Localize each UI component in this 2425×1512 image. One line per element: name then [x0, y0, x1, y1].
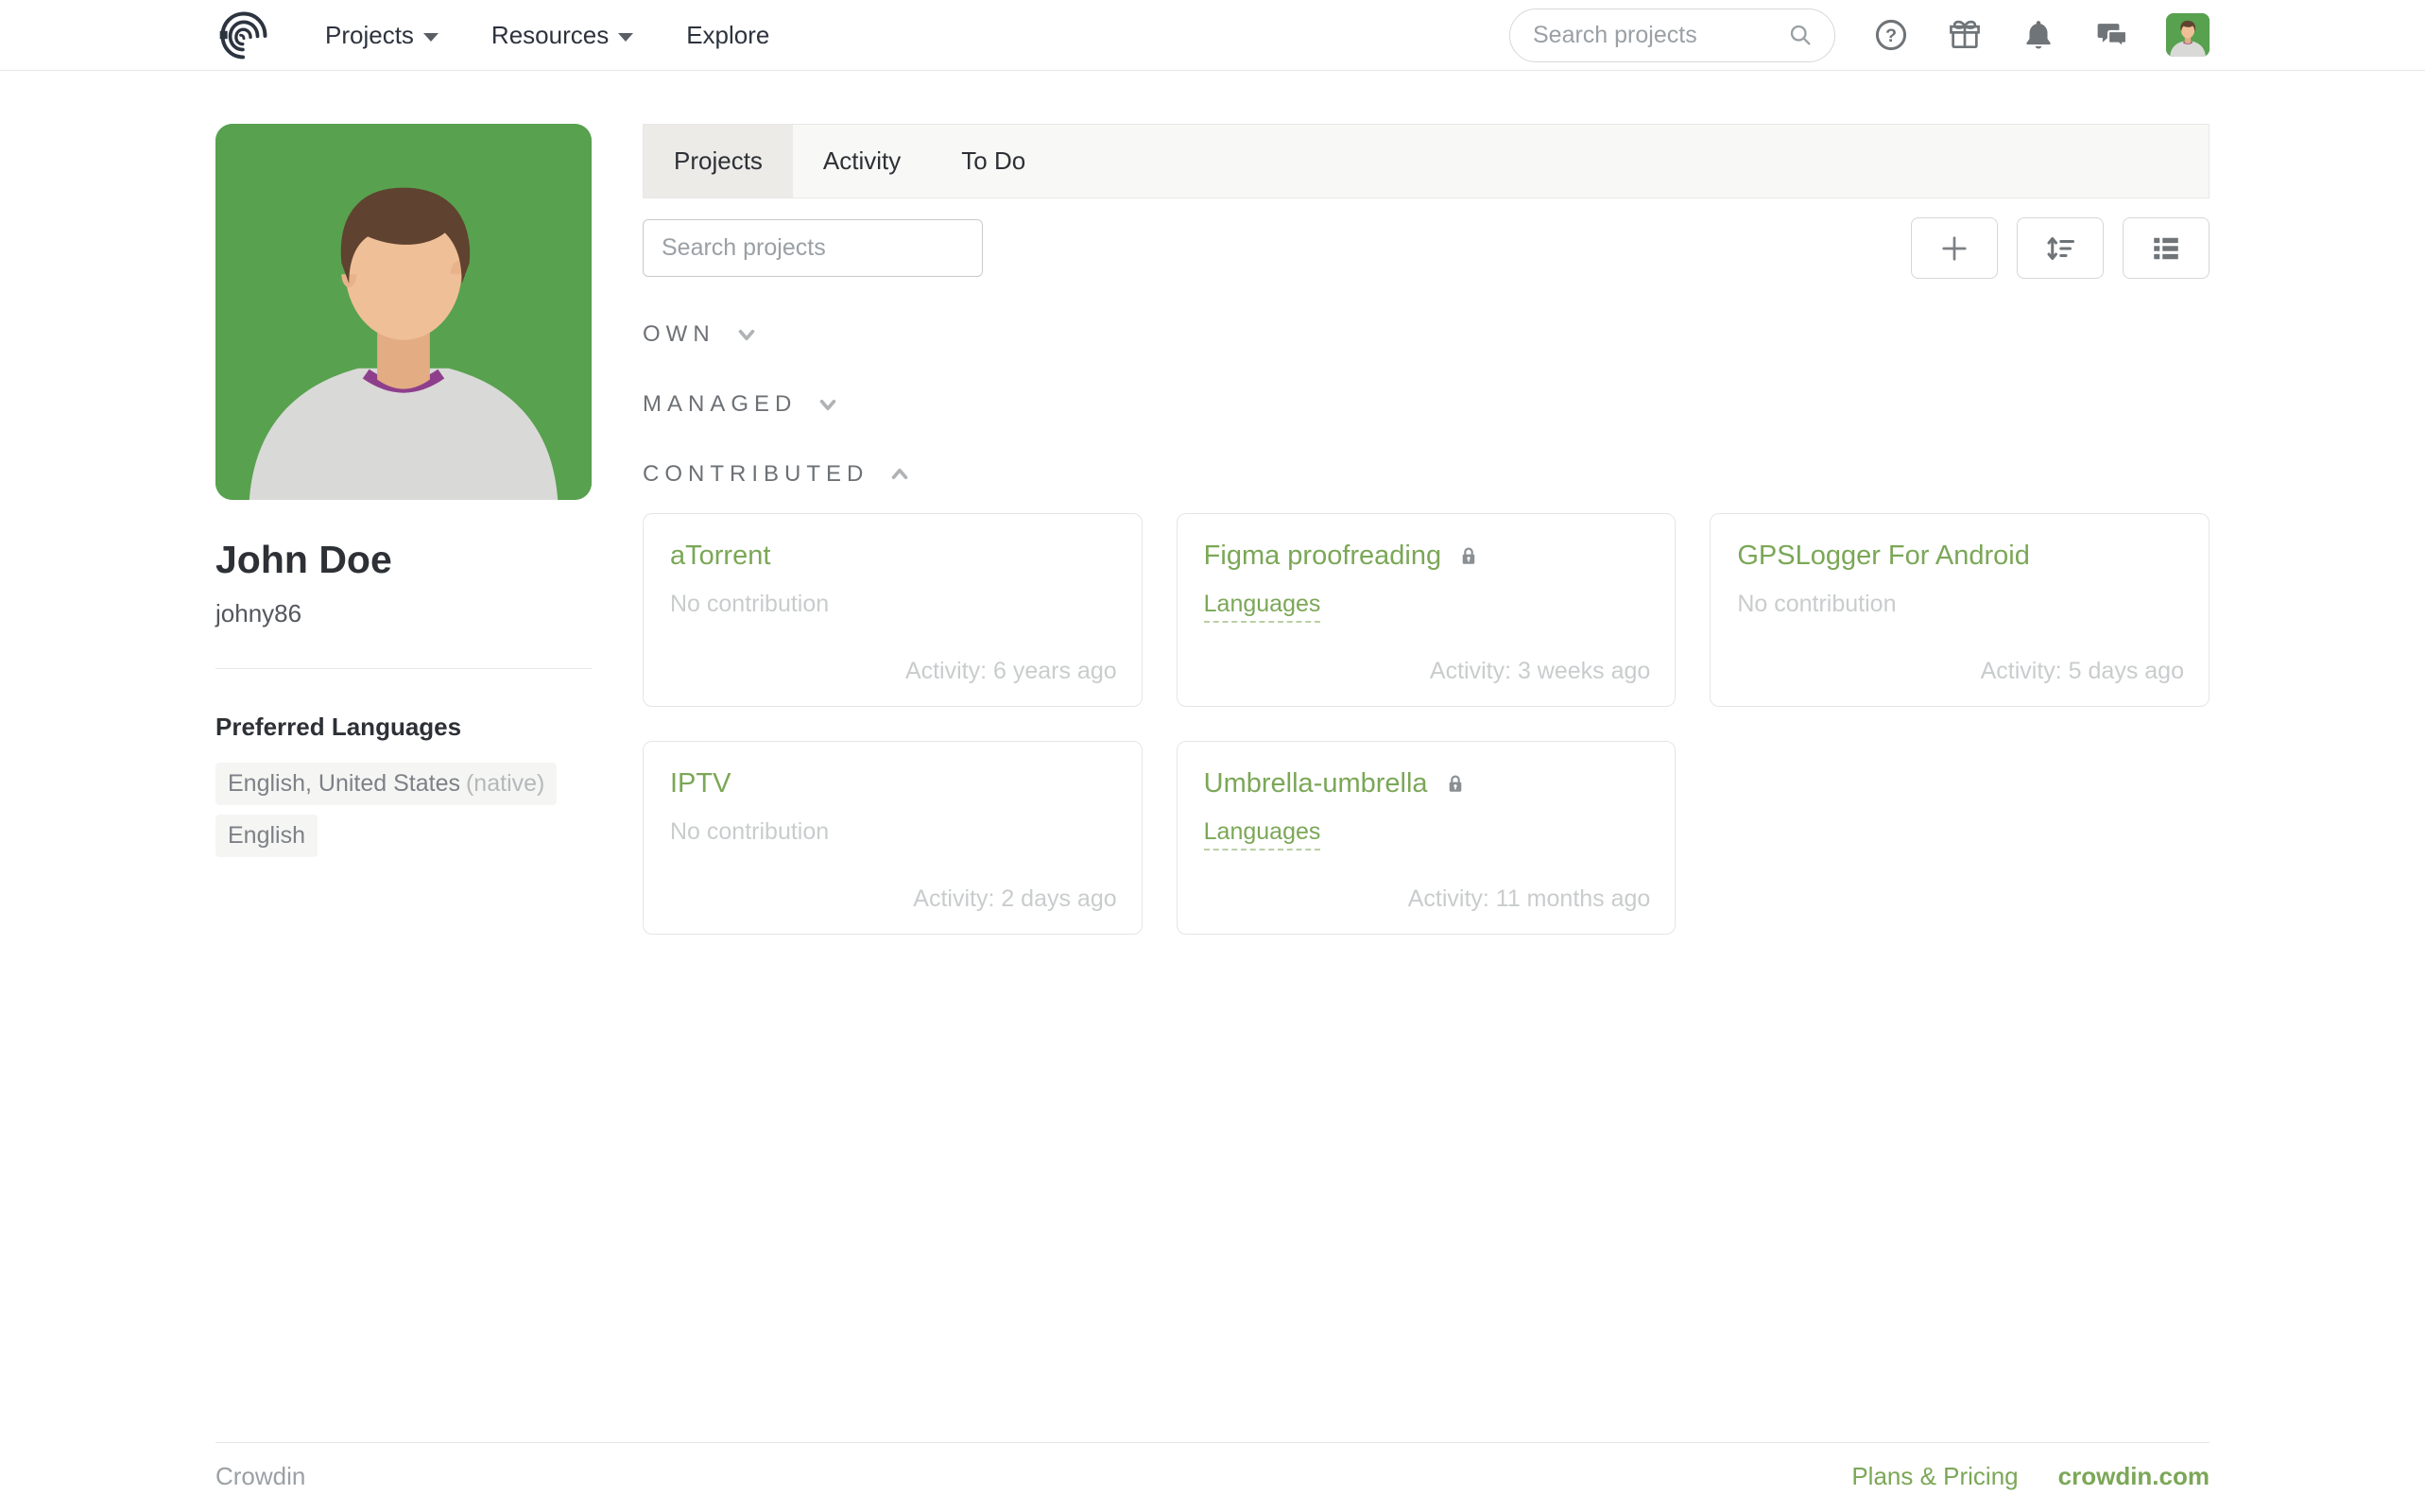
plans-pricing-link[interactable]: Plans & Pricing	[1851, 1462, 2018, 1491]
footer-brand: Crowdin	[215, 1462, 306, 1490]
nav-explore-label: Explore	[686, 20, 770, 49]
navbar-search	[1509, 8, 1835, 62]
chevron-down-icon	[814, 390, 842, 419]
nav-links: Projects Resources Explore	[325, 21, 769, 50]
add-project-button[interactable]	[1911, 217, 1998, 279]
chevron-up-icon	[886, 460, 914, 489]
search-icon[interactable]	[1787, 22, 1814, 48]
project-card: Umbrella-umbrella Languages Activity: 11…	[1176, 741, 1677, 935]
project-activity: Activity: 11 months ago	[1407, 885, 1651, 912]
language-tag: English, United States (native)	[215, 763, 558, 805]
sort-icon	[2043, 232, 2077, 266]
project-languages-link[interactable]: Languages	[1203, 591, 1321, 623]
sort-button[interactable]	[2017, 217, 2104, 279]
section-own[interactable]: OWN	[643, 320, 761, 349]
tab-activity[interactable]: Activity	[793, 125, 931, 198]
section-managed-label: MANAGED	[643, 391, 798, 417]
projects-search-input[interactable]	[643, 219, 983, 277]
language-label: English	[228, 822, 305, 849]
project-languages-link[interactable]: Languages	[1203, 818, 1321, 850]
lock-icon	[1443, 772, 1468, 797]
navbar-search-input[interactable]	[1531, 20, 1787, 50]
project-title-link[interactable]: GPSLogger For Android	[1737, 541, 2030, 572]
section-contributed[interactable]: CONTRIBUTED	[643, 460, 914, 489]
tab-projects[interactable]: Projects	[644, 125, 793, 198]
section-contributed-label: CONTRIBUTED	[643, 461, 869, 487]
footer: Crowdin Plans & Pricing crowdin.com	[215, 1442, 2210, 1512]
language-note: (native)	[465, 770, 545, 797]
help-icon[interactable]: ?	[1873, 17, 1909, 53]
project-title-link[interactable]: IPTV	[670, 768, 731, 799]
profile-name: John Doe	[215, 538, 392, 581]
language-label: English, United States	[228, 770, 460, 797]
projects-grid: aTorrent No contribution Activity: 6 yea…	[643, 513, 2210, 935]
page: Projects Resources Explore Search projec…	[0, 0, 2425, 1512]
main-panel: Projects Activity To Do Search projects …	[643, 124, 2210, 935]
list-view-icon	[2149, 232, 2183, 266]
user-avatar[interactable]	[2166, 13, 2210, 57]
sidebar-divider	[215, 668, 592, 669]
list-view-button[interactable]	[2123, 217, 2210, 279]
project-activity: Activity: 3 weeks ago	[1429, 658, 1651, 684]
navbar-icons: ?	[1873, 17, 2130, 53]
project-activity: Activity: 5 days ago	[1980, 658, 2184, 684]
project-activity: Activity: 2 days ago	[913, 885, 1117, 912]
project-no-contribution-text: No contribution	[1737, 591, 1897, 617]
nav-projects-menu[interactable]: Projects	[325, 21, 439, 50]
project-activity: Activity: 6 years ago	[904, 658, 1117, 684]
project-card: Figma proofreading Languages Activity: 3…	[1176, 513, 1677, 707]
section-own-label: OWN	[643, 321, 715, 347]
svg-text:?: ?	[1885, 26, 1897, 46]
crowdin-logo[interactable]	[215, 7, 272, 63]
chat-icon[interactable]	[2094, 17, 2130, 53]
project-no-contribution-text: No contribution	[670, 818, 830, 845]
caret-down-icon	[422, 32, 439, 42]
profile-tabs: Projects Activity To Do	[643, 124, 2210, 198]
profile-sidebar: John Doe johny86 Preferred Languages Eng…	[215, 124, 592, 857]
caret-down-icon	[618, 32, 634, 42]
gift-icon[interactable]	[1947, 17, 1983, 53]
crowdin-logo-icon	[215, 7, 272, 63]
project-title-link[interactable]: Umbrella-umbrella	[1204, 768, 1428, 799]
projects-toolbar	[643, 217, 2210, 279]
profile-photo	[215, 124, 592, 500]
profile-username: johny86	[215, 599, 302, 627]
top-navbar: Projects Resources Explore Search projec…	[0, 0, 2425, 71]
project-no-contribution-text: No contribution	[670, 591, 830, 617]
bell-icon[interactable]	[2021, 17, 2056, 53]
crowdin-com-link[interactable]: crowdin.com	[2058, 1462, 2210, 1491]
project-card: GPSLogger For Android No contribution Ac…	[1710, 513, 2210, 707]
nav-explore-link[interactable]: Explore	[686, 21, 769, 50]
plus-icon	[1937, 232, 1971, 266]
section-managed[interactable]: MANAGED	[643, 390, 842, 419]
nav-projects-label: Projects	[325, 20, 414, 49]
nav-resources-menu[interactable]: Resources	[490, 20, 634, 50]
nav-resources-label: Resources	[490, 20, 610, 49]
chevron-down-icon	[732, 320, 761, 349]
lock-icon	[1456, 544, 1481, 569]
preferred-languages-list: English, United States (native) English	[215, 763, 592, 857]
language-tag: English	[215, 815, 318, 857]
preferred-languages-title: Preferred Languages	[215, 713, 462, 741]
project-title-link[interactable]: Figma proofreading	[1204, 541, 1441, 572]
project-card: aTorrent No contribution Activity: 6 yea…	[643, 513, 1143, 707]
tab-todo[interactable]: To Do	[931, 125, 1056, 198]
project-card: IPTV No contribution Activity: 2 days ag…	[643, 741, 1143, 935]
project-title-link[interactable]: aTorrent	[670, 541, 770, 572]
